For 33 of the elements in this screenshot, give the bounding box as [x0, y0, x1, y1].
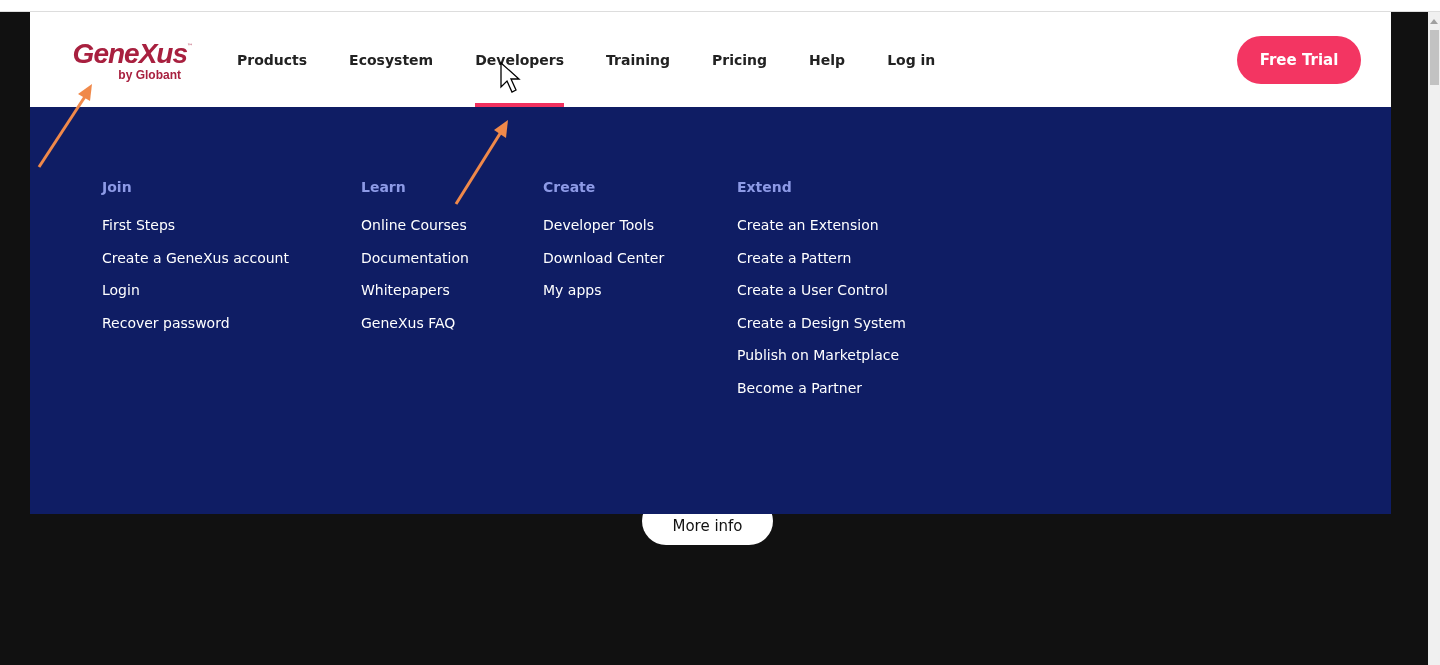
menu-link[interactable]: Publish on Marketplace [737, 339, 900, 372]
menu-link[interactable]: Download Center [543, 241, 665, 274]
menu-link[interactable]: First Steps [102, 209, 176, 242]
menu-link[interactable]: Create an Extension [737, 209, 879, 242]
menu-link[interactable]: Developer Tools [543, 209, 654, 242]
nav-link[interactable]: Pricing [712, 12, 768, 107]
menu-link[interactable]: Create a GeneXus account [102, 241, 289, 274]
menu-link[interactable]: Whitepapers [361, 274, 450, 307]
nav-link[interactable]: Training [606, 12, 670, 107]
menu-link[interactable]: Recover password [102, 306, 230, 339]
scrollbar[interactable] [1428, 12, 1440, 665]
logo-tagline: by Globant [118, 68, 181, 81]
menu-link[interactable]: My apps [543, 274, 602, 307]
nav-link[interactable]: Ecosystem [349, 12, 434, 107]
menu-link[interactable]: Documentation [361, 241, 469, 274]
menu-column-heading: Learn [361, 179, 406, 195]
free-trial-button[interactable]: Free Trial [1237, 35, 1361, 84]
nav-link[interactable]: Products [237, 12, 308, 107]
menu-column-heading: Extend [737, 179, 792, 195]
menu-link[interactable]: GeneXus FAQ [361, 306, 456, 339]
nav-link[interactable]: Log in [887, 12, 936, 107]
logo-wordmark[interactable]: GeneXus [72, 38, 187, 69]
menu-column-heading: Join [102, 179, 132, 195]
nav-link[interactable]: Help [809, 12, 846, 107]
scroll-up-icon[interactable] [1430, 19, 1438, 24]
menu-link[interactable]: Online Courses [361, 209, 467, 242]
menu-column-heading: Create [543, 179, 596, 195]
scroll-thumb[interactable] [1429, 30, 1439, 85]
menu-link[interactable]: Create a Design System [737, 306, 906, 339]
menu-link[interactable]: Create a Pattern [737, 241, 852, 274]
menu-link[interactable]: Create a User Control [737, 274, 888, 307]
menu-link[interactable]: Become a Partner [737, 371, 863, 404]
menu-link[interactable]: Login [102, 274, 140, 307]
